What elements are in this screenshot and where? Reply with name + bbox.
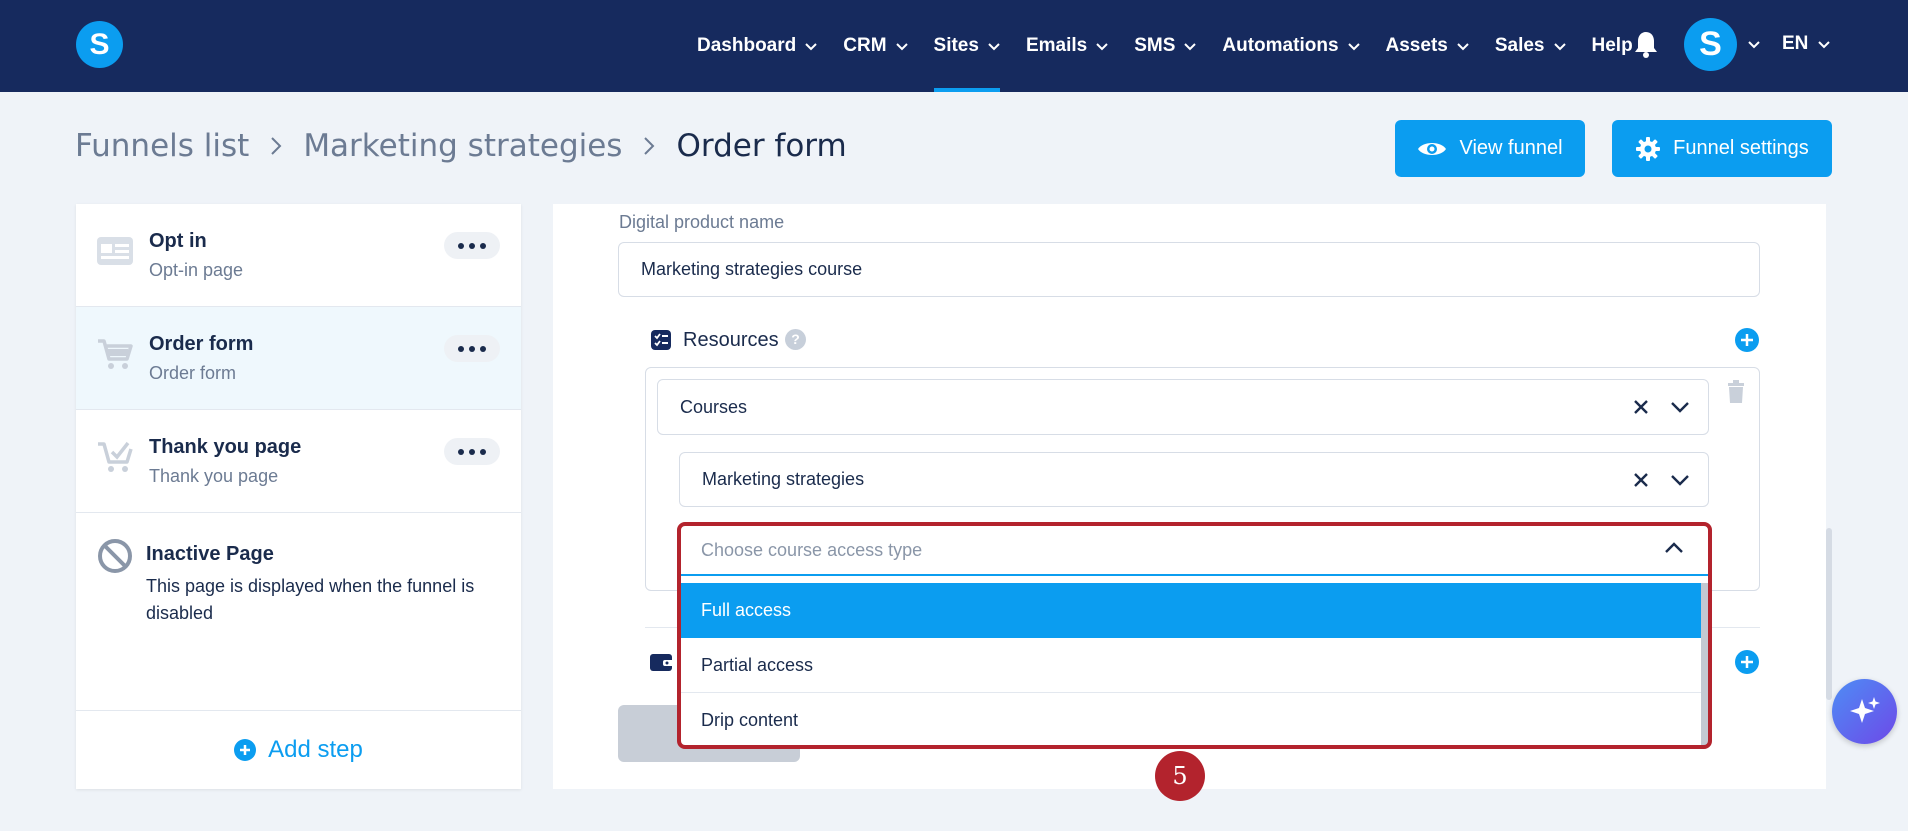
chevron-right-icon bbox=[271, 137, 282, 155]
funnel-settings-button[interactable]: Funnel settings bbox=[1612, 120, 1832, 177]
step-thank-you[interactable]: Thank you page Thank you page bbox=[76, 410, 521, 513]
chevron-right-icon bbox=[644, 137, 655, 155]
nav-label: Emails bbox=[1025, 35, 1088, 56]
cart-check-icon bbox=[98, 441, 133, 472]
step-more-button[interactable] bbox=[444, 232, 500, 259]
chevron-down-icon bbox=[805, 43, 817, 51]
nav-item-sms[interactable]: SMS bbox=[1134, 0, 1197, 92]
add-step-button[interactable]: Add step bbox=[76, 710, 521, 789]
checklist-icon bbox=[651, 330, 671, 350]
resource-type-value: Courses bbox=[680, 396, 748, 417]
brand-logo[interactable]: S bbox=[76, 21, 123, 68]
breadcrumb: Funnels list Marketing strategies Order … bbox=[75, 128, 847, 164]
chevron-down-icon bbox=[1184, 43, 1197, 51]
chevron-down-icon bbox=[1347, 43, 1360, 51]
step-order-form[interactable]: Order form Order form bbox=[76, 307, 521, 410]
step-title: Opt in bbox=[149, 230, 207, 252]
language-selector[interactable]: EN bbox=[1782, 33, 1831, 55]
trash-icon[interactable] bbox=[1726, 380, 1746, 404]
nav-item-automations[interactable]: Automations bbox=[1222, 0, 1360, 92]
annotation-step-badge: 5 bbox=[1155, 751, 1205, 801]
add-resource-icon[interactable] bbox=[1735, 328, 1759, 352]
nav-label: SMS bbox=[1134, 35, 1176, 56]
step-opt-in[interactable]: Opt in Opt-in page bbox=[76, 204, 521, 307]
nav-label: CRM bbox=[843, 35, 887, 56]
chevron-down-icon bbox=[1553, 43, 1566, 51]
nav-label: Help bbox=[1591, 35, 1633, 56]
step-subtitle: Thank you page bbox=[149, 466, 279, 486]
sparkle-icon bbox=[1849, 696, 1880, 723]
clear-icon[interactable] bbox=[1634, 472, 1648, 487]
nav-item-crm[interactable]: CRM bbox=[843, 0, 908, 92]
step-title: Inactive Page bbox=[146, 543, 274, 565]
panel-scrollbar-thumb[interactable] bbox=[1826, 528, 1832, 700]
chevron-down-icon bbox=[988, 43, 1000, 51]
step-more-button[interactable] bbox=[444, 335, 500, 362]
cart-icon bbox=[98, 339, 133, 369]
panel-scrollbar-track[interactable] bbox=[1826, 204, 1832, 789]
breadcrumb-funnels-list[interactable]: Funnels list bbox=[75, 128, 249, 164]
nav-item-emails[interactable]: Emails bbox=[1026, 0, 1108, 92]
nav-label: Assets bbox=[1385, 35, 1448, 56]
bell-icon[interactable] bbox=[1633, 30, 1659, 58]
page-title: Order form bbox=[676, 128, 847, 164]
annotation-highlight-box bbox=[677, 522, 1712, 749]
user-avatar[interactable]: S bbox=[1684, 18, 1737, 71]
help-icon[interactable]: ? bbox=[785, 329, 806, 350]
nav-label: Sales bbox=[1494, 35, 1545, 56]
main-nav: Dashboard CRM Sites Emails SMS Automatio… bbox=[697, 0, 1659, 92]
step-title: Order form bbox=[149, 333, 254, 355]
digital-product-name-input[interactable]: Marketing strategies course bbox=[618, 242, 1760, 297]
gear-icon bbox=[1636, 136, 1661, 161]
plus-circle-icon bbox=[234, 739, 257, 761]
step-title: Thank you page bbox=[149, 436, 302, 458]
nav-item-sales[interactable]: Sales bbox=[1495, 0, 1566, 92]
digital-product-value: Marketing strategies course bbox=[641, 259, 863, 279]
chevron-down-icon bbox=[1096, 43, 1108, 51]
step-more-button[interactable] bbox=[444, 438, 500, 465]
step-subtitle: Opt-in page bbox=[149, 260, 244, 280]
breadcrumb-funnel[interactable]: Marketing strategies bbox=[303, 128, 622, 164]
chevron-down-icon[interactable] bbox=[1670, 401, 1690, 413]
nav-label: Sites bbox=[933, 35, 979, 56]
chevron-down-icon bbox=[1818, 41, 1831, 49]
nav-item-dashboard[interactable]: Dashboard bbox=[697, 0, 817, 92]
view-funnel-label: View funnel bbox=[1459, 137, 1563, 159]
funnel-settings-label: Funnel settings bbox=[1673, 137, 1809, 159]
chevron-down-icon bbox=[895, 43, 908, 51]
eye-icon bbox=[1418, 142, 1447, 155]
course-value: Marketing strategies bbox=[702, 469, 865, 489]
resource-type-select[interactable]: Courses bbox=[657, 379, 1709, 435]
wallet-icon bbox=[650, 654, 674, 671]
nav-label: Automations bbox=[1222, 35, 1339, 56]
chevron-down-icon[interactable] bbox=[1670, 474, 1690, 486]
page-form-icon bbox=[97, 237, 133, 265]
top-navigation-bar: S Dashboard CRM Sites Emails SMS Automat… bbox=[0, 0, 1908, 92]
chevron-down-icon bbox=[1457, 43, 1469, 51]
course-select[interactable]: Marketing strategies bbox=[679, 452, 1709, 507]
clear-icon[interactable] bbox=[1634, 400, 1648, 414]
ai-assistant-button[interactable] bbox=[1832, 679, 1897, 744]
step-description: This page is displayed when the funnel i… bbox=[146, 576, 475, 623]
step-inactive-page[interactable]: Inactive Page This page is displayed whe… bbox=[76, 513, 521, 713]
funnel-steps-panel: Opt in Opt-in page Order form Order form… bbox=[76, 204, 521, 789]
disabled-icon bbox=[98, 539, 132, 573]
add-step-label: Add step bbox=[268, 736, 363, 763]
chevron-down-icon[interactable] bbox=[1748, 38, 1760, 50]
view-funnel-button[interactable]: View funnel bbox=[1395, 120, 1585, 177]
nav-item-help[interactable]: Help bbox=[1592, 0, 1633, 92]
step-subtitle: Order form bbox=[149, 363, 237, 383]
language-label: EN bbox=[1782, 33, 1809, 54]
resources-label: Resources bbox=[683, 329, 779, 351]
digital-product-label: Digital product name bbox=[619, 212, 785, 232]
nav-label: Dashboard bbox=[697, 35, 797, 56]
add-price-icon[interactable] bbox=[1735, 650, 1759, 674]
nav-item-assets[interactable]: Assets bbox=[1386, 0, 1469, 92]
nav-item-sites[interactable]: Sites bbox=[933, 0, 1001, 92]
